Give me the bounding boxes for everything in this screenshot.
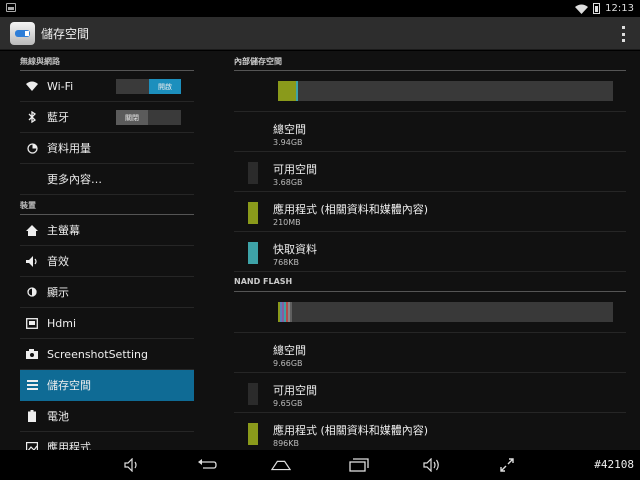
stat-name: 應用程式 (相關資料和媒體內容) — [273, 203, 429, 216]
wifi-toggle[interactable]: 開啟 — [116, 79, 181, 94]
sidebar-item-label: 電池 — [47, 410, 69, 423]
stat-value: 9.65GB — [273, 399, 303, 408]
battery-icon — [593, 3, 601, 14]
stat-name: 可用空間 — [273, 384, 317, 397]
usage-bar-row — [234, 71, 626, 112]
home-icon — [26, 224, 38, 236]
storage-icon — [26, 379, 38, 391]
watermark-label: #42108 — [594, 458, 634, 471]
usage-bar-nand — [278, 302, 613, 322]
status-right: 12:13 — [575, 2, 634, 15]
usage-bar-segment — [295, 81, 299, 101]
stat-name: 快取資料 — [273, 243, 317, 256]
section-header-device: 裝置 — [20, 195, 194, 215]
page-title: 儲存空間 — [41, 27, 90, 41]
stat-name: 總空間 — [273, 123, 306, 136]
wifi-icon — [26, 80, 38, 92]
fullscreen-icon[interactable] — [497, 456, 517, 474]
bluetooth-toggle[interactable]: 關閉 — [116, 110, 181, 125]
color-swatch — [248, 162, 258, 184]
wifi-icon — [575, 4, 589, 14]
sidebar-item-label: 藍牙 — [47, 111, 69, 124]
stat-name: 應用程式 (相關資料和媒體內容) — [273, 424, 429, 437]
battery-icon — [26, 410, 38, 422]
sidebar-item-storage[interactable]: 儲存空間 — [20, 370, 194, 401]
sidebar-item-label: ScreenshotSetting — [47, 347, 148, 361]
status-time: 12:13 — [605, 3, 634, 14]
back-icon[interactable] — [197, 456, 217, 474]
stat-total-space[interactable]: 總空間 3.94GB — [234, 112, 626, 152]
status-bar: 12:13 — [0, 0, 640, 17]
color-swatch — [248, 202, 258, 224]
sidebar-item-home-screen[interactable]: 主螢幕 — [20, 215, 194, 246]
volume-icon — [26, 255, 38, 267]
sidebar-item-label: 音效 — [47, 255, 69, 268]
settings-sidebar: 無線與網路 Wi-Fi 開啟 藍牙 關閉 資料用量 更多內容… 裝置 主螢幕 音… — [0, 51, 214, 450]
section-header-wireless: 無線與網路 — [20, 51, 194, 71]
stat-apps[interactable]: 應用程式 (相關資料和媒體內容) 210MB — [234, 192, 626, 232]
stat-name: 可用空間 — [273, 163, 317, 176]
sidebar-item-label: Wi-Fi — [47, 79, 74, 93]
sidebar-item-apps[interactable]: 應用程式 — [20, 432, 194, 450]
color-swatch — [248, 383, 258, 405]
notification-icon — [6, 3, 16, 12]
storage-detail-pane: 內部儲存空間 總空間 3.94GB 可用空間 3.68GB 應用程式 (相關資料… — [214, 51, 640, 450]
usage-bar-row — [234, 292, 626, 333]
volume-header-internal: 內部儲存空間 — [234, 51, 626, 71]
bluetooth-icon — [26, 111, 38, 123]
stat-name: 總空間 — [273, 344, 306, 357]
sidebar-item-screenshot-setting[interactable]: ScreenshotSetting — [20, 339, 194, 370]
usage-bar-internal — [278, 81, 613, 101]
sidebar-item-battery[interactable]: 電池 — [20, 401, 194, 432]
color-swatch — [248, 242, 258, 264]
navigation-bar: #42108 — [0, 450, 640, 480]
sidebar-item-display[interactable]: 顯示 — [20, 277, 194, 308]
sidebar-item-bluetooth[interactable]: 藍牙 關閉 — [20, 102, 194, 133]
data-usage-icon — [26, 142, 38, 154]
stat-value: 210MB — [273, 218, 301, 227]
hdmi-icon — [26, 317, 38, 329]
sidebar-item-hdmi[interactable]: Hdmi — [20, 308, 194, 339]
stat-value: 3.94GB — [273, 138, 303, 147]
bluetooth-toggle-label: 關閉 — [116, 110, 148, 125]
stat-cache[interactable]: 快取資料 768KB — [234, 232, 626, 272]
sidebar-item-wifi[interactable]: Wi-Fi 開啟 — [20, 71, 194, 102]
volume-up-icon[interactable] — [422, 456, 442, 474]
stat-value: 896KB — [273, 439, 300, 448]
sidebar-item-sound[interactable]: 音效 — [20, 246, 194, 277]
sidebar-item-label: Hdmi — [47, 316, 77, 330]
overflow-menu-icon[interactable] — [621, 26, 625, 42]
recents-icon[interactable] — [349, 456, 369, 474]
color-swatch — [248, 423, 258, 445]
apps-icon — [26, 441, 38, 450]
sidebar-item-label: 顯示 — [47, 286, 69, 299]
sidebar-item-label: 更多內容… — [47, 173, 102, 186]
stat-value: 3.68GB — [273, 178, 303, 187]
home-icon[interactable] — [271, 456, 291, 474]
action-bar: 儲存空間 — [0, 17, 640, 50]
sidebar-item-label: 應用程式 — [47, 441, 91, 450]
sidebar-item-more[interactable]: 更多內容… — [20, 164, 194, 195]
sidebar-item-label: 儲存空間 — [47, 379, 91, 392]
stat-value: 9.66GB — [273, 359, 303, 368]
stat-available-space[interactable]: 可用空間 9.65GB — [234, 373, 626, 413]
stat-value: 768KB — [273, 258, 300, 267]
stat-total-space[interactable]: 總空間 9.66GB — [234, 333, 626, 373]
usage-bar-segment — [290, 302, 292, 322]
volume-down-icon[interactable] — [122, 456, 142, 474]
camera-icon — [26, 348, 38, 360]
usage-bar-segment — [278, 81, 296, 101]
sidebar-item-data-usage[interactable]: 資料用量 — [20, 133, 194, 164]
stat-available-space[interactable]: 可用空間 3.68GB — [234, 152, 626, 192]
wifi-toggle-label: 開啟 — [149, 79, 181, 94]
display-icon — [26, 286, 38, 298]
sidebar-item-label: 資料用量 — [47, 142, 91, 155]
sidebar-item-label: 主螢幕 — [47, 224, 80, 237]
storage-app-icon[interactable] — [10, 22, 35, 45]
volume-header-nand: NAND FLASH — [234, 272, 626, 292]
stat-apps[interactable]: 應用程式 (相關資料和媒體內容) 896KB — [234, 413, 626, 450]
